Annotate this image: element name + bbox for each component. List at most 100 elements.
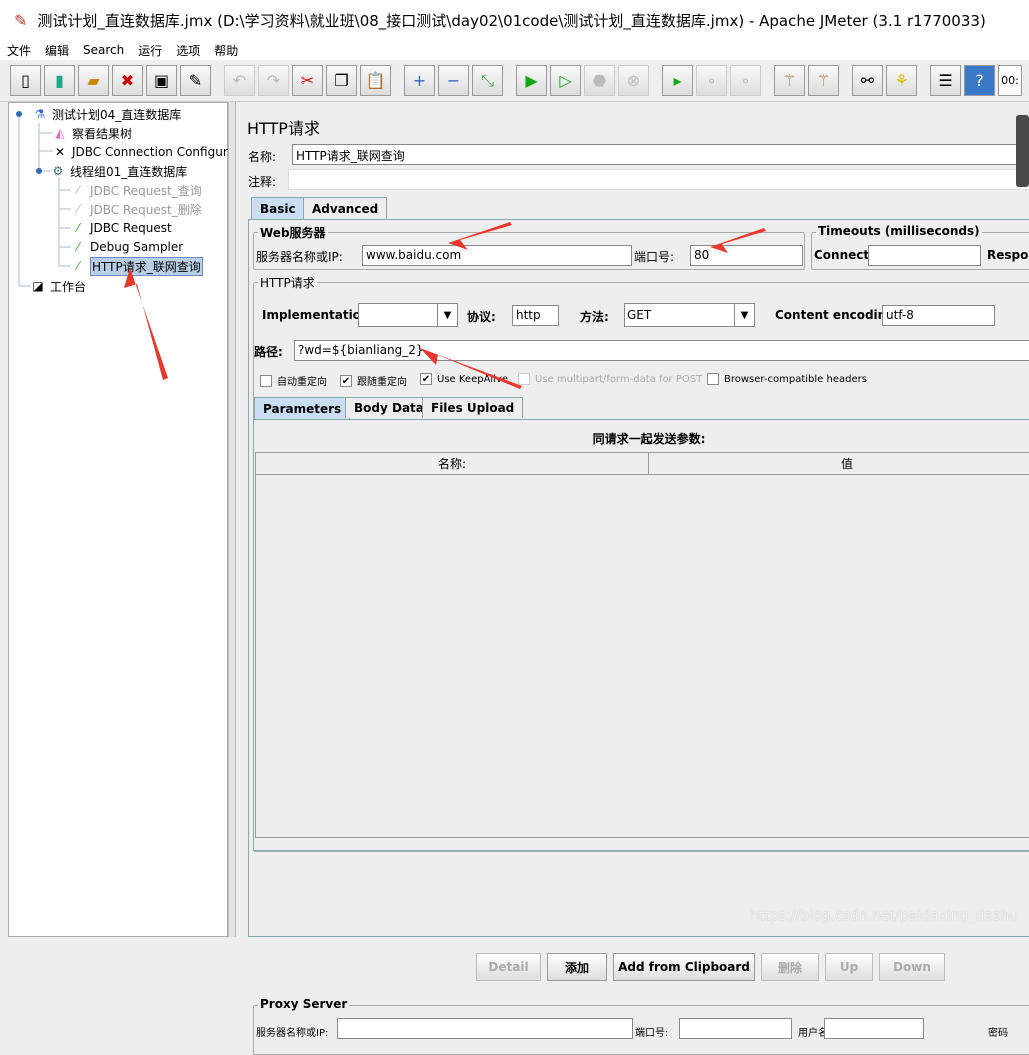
cut-icon[interactable]: ✂ xyxy=(292,65,323,96)
tree-node-jdbc-delete[interactable]: ⁄ JDBC Request_删除 xyxy=(69,200,202,218)
split-pane-divider[interactable] xyxy=(228,102,236,937)
tree-node-debug-sampler[interactable]: ⁄ Debug Sampler xyxy=(69,238,183,256)
comment-label: 注释: xyxy=(248,175,277,189)
connect-timeout-field[interactable] xyxy=(868,245,981,266)
watermark: https://blog.csdn.net/paidaxing_dashu xyxy=(750,908,1019,924)
parameters-table: 名称: 值 xyxy=(255,452,1029,838)
tree-node-http-request[interactable]: ⁄ HTTP请求_联网查询 xyxy=(69,256,203,276)
start-no-pause-icon[interactable]: ▷ xyxy=(550,65,581,96)
server-field[interactable]: www.baidu.com xyxy=(362,245,632,266)
remote-stop-icon[interactable]: ∘ xyxy=(696,65,727,96)
tree-node-thread-group[interactable]: ⚙ 线程组01_直连数据库 xyxy=(49,162,188,180)
tree-node-workbench[interactable]: ◪ 工作台 xyxy=(29,277,86,295)
toggle-icon[interactable]: ⤡ xyxy=(472,65,503,96)
reset-search-icon[interactable]: ⚘ xyxy=(886,65,917,96)
protocol-label: 协议: xyxy=(467,310,496,324)
copy-icon[interactable]: ❐ xyxy=(326,65,357,96)
menu-bar: 文件 编辑 Search 运行 选项 帮助 xyxy=(0,40,1029,60)
save-as-icon[interactable]: ✎ xyxy=(180,65,211,96)
remote-start-icon[interactable]: ▸ xyxy=(662,65,693,96)
timeouts-title: Timeouts (milliseconds) xyxy=(816,224,982,238)
clear-icon[interactable]: ⚚ xyxy=(774,65,805,96)
remote-shutdown-icon[interactable]: ∘ xyxy=(730,65,761,96)
tree-node-jdbc-request[interactable]: ⁄ JDBC Request xyxy=(69,219,172,237)
add-from-clipboard-button[interactable]: Add from Clipboard xyxy=(613,953,755,981)
save-icon[interactable]: ▣ xyxy=(146,65,177,96)
implementation-select[interactable]: ▼ xyxy=(358,303,458,327)
menu-file[interactable]: 文件 xyxy=(0,42,38,59)
window-title: 测试计划_直连数据库.jmx (D:\学习资料\就业班\08_接口测试\day0… xyxy=(37,11,986,30)
shutdown-icon[interactable]: ⊗ xyxy=(618,65,649,96)
auto-redirect-checkbox[interactable]: 自动重定向 xyxy=(260,373,327,388)
response-timeout-label: Respon xyxy=(987,248,1029,262)
up-button[interactable]: Up xyxy=(825,953,873,981)
toolbar: ▯ ▮ ▰ ✖ ▣ ✎ ↶ ↷ ✂ ❐ 📋 + − ⤡ ▶ ▷ ⬣ ⊗ ▸ ∘ … xyxy=(0,60,1029,102)
open-icon[interactable]: ▰ xyxy=(78,65,109,96)
menu-run[interactable]: 运行 xyxy=(131,42,169,59)
server-label: 服务器名称或IP: xyxy=(256,250,343,264)
menu-edit[interactable]: 编辑 xyxy=(38,42,76,59)
timeouts-group: Timeouts (milliseconds) Connect: Respon xyxy=(811,224,1029,270)
stop-icon[interactable]: ⬣ xyxy=(584,65,615,96)
function-helper-icon[interactable]: ☰ xyxy=(930,65,961,96)
proxy-port-label: 端口号: xyxy=(635,1028,669,1039)
expand-icon[interactable]: + xyxy=(404,65,435,96)
sampler-icon: ⁄ xyxy=(76,221,79,235)
proxy-title: Proxy Server xyxy=(258,997,350,1011)
test-plan-tree: ⚗ 测试计划04_直连数据库 ◭ 察看结果树 ✕ JDBC Connection Co… xyxy=(8,102,235,937)
paste-icon[interactable]: 📋 xyxy=(360,65,391,96)
tree-node-jdbc-config[interactable]: ✕ JDBC Connection Configura xyxy=(51,143,235,161)
sampler-icon: ⁄ xyxy=(76,183,79,197)
undo-icon[interactable]: ↶ xyxy=(224,65,255,96)
help-icon[interactable]: ? xyxy=(964,65,995,96)
start-icon[interactable]: ▶ xyxy=(516,65,547,96)
column-header-name[interactable]: 名称: xyxy=(256,453,649,475)
delete-button[interactable]: 删除 xyxy=(761,953,819,981)
encoding-field[interactable]: utf-8 xyxy=(882,305,995,326)
path-field[interactable]: ?wd=${bianliang_2} xyxy=(294,340,1029,361)
name-field[interactable]: HTTP请求_联网查询 xyxy=(292,144,1029,165)
thread-group-icon: ⚙ xyxy=(52,164,64,178)
search-icon[interactable]: ⚯ xyxy=(852,65,883,96)
multipart-checkbox[interactable]: Use multipart/form-data for POST xyxy=(518,373,702,385)
column-header-value[interactable]: 值 xyxy=(649,453,1029,475)
collapse-icon[interactable]: − xyxy=(438,65,469,96)
menu-options[interactable]: 选项 xyxy=(169,42,207,59)
tree-node-jdbc-query[interactable]: ⁄ JDBC Request_查询 xyxy=(69,181,202,199)
tab-parameters[interactable]: Parameters xyxy=(254,397,351,419)
templates-icon[interactable]: ▮ xyxy=(44,65,75,96)
new-icon[interactable]: ▯ xyxy=(10,65,41,96)
chevron-down-icon: ▼ xyxy=(437,304,457,326)
comment-field[interactable] xyxy=(288,169,1029,190)
port-label: 端口号: xyxy=(634,250,675,264)
tab-files-upload[interactable]: Files Upload xyxy=(422,397,524,418)
jmeter-logo-icon: ✎ xyxy=(14,10,28,30)
tree-node-test-plan[interactable]: ⚗ 测试计划04_直连数据库 xyxy=(31,105,182,123)
web-server-group: Web服务器 服务器名称或IP: www.baidu.com 端口号: 80 xyxy=(253,224,805,270)
sampler-icon: ⁄ xyxy=(76,202,79,216)
tab-advanced[interactable]: Advanced xyxy=(303,197,388,219)
browser-headers-checkbox[interactable]: Browser-compatible headers xyxy=(707,373,867,385)
method-select[interactable]: GET ▼ xyxy=(624,303,755,327)
tab-basic[interactable]: Basic xyxy=(251,197,305,219)
add-button[interactable]: 添加 xyxy=(547,953,607,981)
proxy-user-field[interactable] xyxy=(824,1018,924,1039)
title-bar: ✎ 测试计划_直连数据库.jmx (D:\学习资料\就业班\08_接口测试\da… xyxy=(0,0,1029,40)
proxy-server-field[interactable] xyxy=(337,1018,633,1039)
close-icon[interactable]: ✖ xyxy=(112,65,143,96)
tree-node-result-tree[interactable]: ◭ 察看结果树 xyxy=(51,124,132,142)
keepalive-checkbox[interactable]: ✔ Use KeepAlive xyxy=(420,373,508,385)
follow-redirect-checkbox[interactable]: ✔ 跟随重定向 xyxy=(340,373,407,388)
proxy-port-field[interactable] xyxy=(679,1018,792,1039)
menu-search[interactable]: Search xyxy=(76,43,131,57)
redo-icon[interactable]: ↷ xyxy=(258,65,289,96)
detail-button[interactable]: Detail xyxy=(476,953,541,981)
menu-help[interactable]: 帮助 xyxy=(207,42,245,59)
config-icon: ✕ xyxy=(54,145,66,159)
protocol-field[interactable]: http xyxy=(512,305,559,326)
tab-body-data[interactable]: Body Data xyxy=(345,397,433,418)
http-request-group: HTTP请求 Implementation: ▼ 协议: http 方法: GE… xyxy=(253,274,1029,852)
down-button[interactable]: Down xyxy=(879,953,945,981)
clear-all-icon[interactable]: ⚚ xyxy=(808,65,839,96)
port-field[interactable]: 80 xyxy=(690,245,803,266)
